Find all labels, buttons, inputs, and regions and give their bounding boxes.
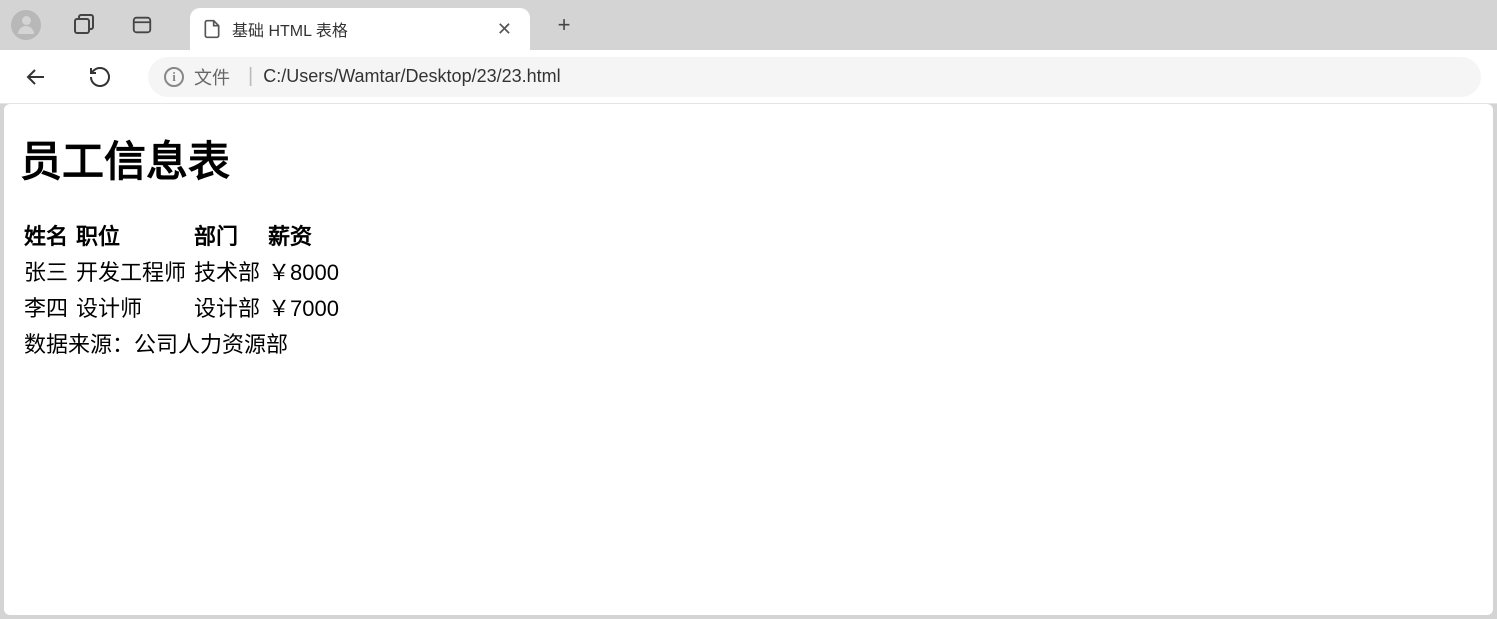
workspaces-icon[interactable] [66, 7, 102, 43]
new-tab-button[interactable]: + [546, 7, 582, 43]
table-row: 李四 设计师 设计部 ￥7000 [20, 289, 343, 325]
browser-tab[interactable]: 基础 HTML 表格 ✕ [190, 8, 530, 50]
browser-toolbar: i 文件 | C:/Users/Wamtar/Desktop/23/23.htm… [0, 50, 1497, 104]
info-icon: i [164, 67, 184, 87]
page-heading: 员工信息表 [20, 128, 1477, 189]
cell-department: 技术部 [190, 253, 264, 289]
page-content: 员工信息表 姓名 职位 部门 薪资 张三 开发工程师 技术部 ￥8000 李四 … [4, 104, 1493, 615]
col-header-name: 姓名 [20, 217, 72, 253]
cell-salary: ￥7000 [264, 289, 343, 325]
profile-button[interactable] [8, 7, 44, 43]
cell-name: 李四 [20, 289, 72, 325]
col-header-position: 职位 [72, 217, 190, 253]
table-footer: 数据来源：公司人力资源部 [20, 325, 343, 361]
cell-position: 设计师 [72, 289, 190, 325]
reload-button[interactable] [80, 57, 120, 97]
table-footer-row: 数据来源：公司人力资源部 [20, 325, 343, 361]
address-separator: | [248, 65, 253, 88]
table-row: 张三 开发工程师 技术部 ￥8000 [20, 253, 343, 289]
col-header-department: 部门 [190, 217, 264, 253]
back-button[interactable] [16, 57, 56, 97]
file-icon [202, 19, 222, 39]
tab-title: 基础 HTML 表格 [232, 17, 491, 41]
employee-table: 姓名 职位 部门 薪资 张三 开发工程师 技术部 ￥8000 李四 设计师 设计… [20, 217, 343, 361]
browser-tab-strip: 基础 HTML 表格 ✕ + [0, 0, 1497, 50]
close-tab-button[interactable]: ✕ [491, 17, 518, 42]
address-prefix: i 文件 [164, 64, 230, 90]
address-path: C:/Users/Wamtar/Desktop/23/23.html [263, 66, 560, 87]
cell-salary: ￥8000 [264, 253, 343, 289]
window-icon[interactable] [124, 7, 160, 43]
cell-name: 张三 [20, 253, 72, 289]
cell-department: 设计部 [190, 289, 264, 325]
col-header-salary: 薪资 [264, 217, 343, 253]
address-bar[interactable]: i 文件 | C:/Users/Wamtar/Desktop/23/23.htm… [148, 57, 1481, 97]
cell-position: 开发工程师 [72, 253, 190, 289]
address-scheme: 文件 [194, 64, 230, 90]
table-header-row: 姓名 职位 部门 薪资 [20, 217, 343, 253]
